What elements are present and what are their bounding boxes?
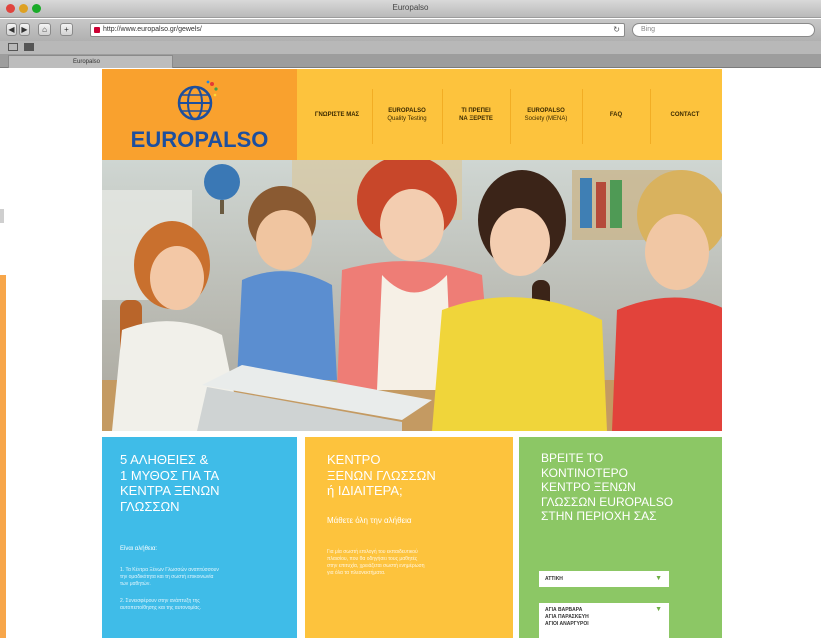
- page-edge-strip: [0, 275, 6, 638]
- favicon-icon: [94, 27, 100, 33]
- nav-label: CONTACT: [670, 111, 700, 118]
- body-line: την ομαδικότητα και τη σωστή επικοινωνία: [120, 574, 214, 580]
- truths-panel[interactable]: 5 ΑΛΗΘΕΙΕΣ & 1 ΜΥΘΟΣ ΓΙΑ ΤΑ ΚΕΝΤΡΑ ΞΕΝΩΝ…: [102, 437, 297, 638]
- reading-list-icon[interactable]: [8, 43, 18, 51]
- nav-divider: [582, 89, 583, 144]
- window-title: Europalso: [392, 3, 429, 12]
- page-edge-mark: [0, 209, 4, 223]
- body-line: των μαθητών.: [120, 581, 151, 587]
- bookmarks-bar: [0, 41, 821, 54]
- hero-image: [102, 160, 722, 431]
- window-titlebar: Europalso: [0, 0, 821, 18]
- home-button[interactable]: ⌂: [38, 23, 51, 36]
- globe-icon: [177, 80, 218, 121]
- nav-sublabel: ΝΑ ΞΕΡΕΤΕ: [459, 115, 493, 122]
- back-button[interactable]: ◀: [6, 23, 17, 36]
- title-line: ΚΕΝΤΡΟ ΞΕΝΩΝ: [541, 480, 636, 495]
- nav-item-contact[interactable]: CONTACT: [653, 69, 717, 160]
- body-line: στην επιτυχία, χρειάζεται σωστή ενημέρωσ…: [327, 563, 425, 569]
- area-select[interactable]: ΑΓΙΑ ΒΑΡΒΑΡΑ ΑΓΙΑ ΠΑΡΑΣΚΕΥΗ ΑΓΙΟΙ ΑΝΑΡΓΥ…: [539, 603, 669, 638]
- find-center-panel: ΒΡΕΙΤΕ ΤΟ ΚΟΝΤΙΝΟΤΕΡΟ ΚΕΝΤΡΟ ΞΕΝΩΝ ΓΛΩΣΣ…: [519, 437, 722, 638]
- tab-bar: Europalso: [0, 54, 821, 68]
- nav-divider: [442, 89, 443, 144]
- nav-label: EUROPALSO: [388, 107, 426, 114]
- tab-europalso[interactable]: Europalso: [8, 55, 173, 68]
- nav-label: ΓΝΩΡΙΣΤΕ ΜΑΣ: [314, 111, 360, 118]
- nav-label: EUROPALSO: [527, 107, 565, 114]
- truths-subtitle: Είναι αλήθεια:: [120, 546, 158, 552]
- title-line: ΞΕΝΩΝ ΓΛΩΣΣΩΝ: [327, 467, 436, 483]
- logo[interactable]: EUROPALSO: [102, 69, 297, 160]
- screen: Europalso ◀ ▶ ⌂ + http://www.europalso.g…: [0, 0, 821, 638]
- title-line: ΒΡΕΙΤΕ ΤΟ: [541, 451, 604, 465]
- body-line: πλαισίου, που θα οδηγήσει τους μαθητές: [327, 556, 418, 562]
- hero-illustration: [102, 160, 722, 431]
- title-line: ΓΛΩΣΣΩΝ EUROPALSO: [541, 494, 674, 509]
- forward-button[interactable]: ▶: [19, 23, 30, 36]
- address-bar[interactable]: http://www.europalso.gr/gewels/ ↻: [90, 23, 625, 37]
- logo-text: EUROPALSO: [130, 127, 269, 152]
- page-viewport: EUROPALSO ΓΝΩΡΙΣΤΕ ΜΑΣ EUROPALSO Quality…: [0, 69, 821, 638]
- reload-icon[interactable]: ↻: [613, 24, 620, 36]
- nav-item-what-to-know[interactable]: ΤΙ ΠΡΕΠΕΙ ΝΑ ΞΕΡΕΤΕ: [445, 69, 507, 160]
- chevron-down-icon: ▼: [655, 606, 662, 613]
- top-sites-icon[interactable]: [24, 43, 34, 51]
- nav-item-quality-testing[interactable]: EUROPALSO Quality Testing: [375, 69, 439, 160]
- region-select-value: ΑΤΤΙΚΗ: [545, 576, 563, 582]
- area-option[interactable]: ΑΓΙΑ ΠΑΡΑΣΚΕΥΗ: [545, 614, 663, 621]
- area-option[interactable]: ΑΓΙΑ ΒΑΡΒΑΡΑ: [545, 607, 663, 614]
- chevron-down-icon: ▼: [655, 575, 662, 582]
- nav-label: ΤΙ ΠΡΕΠΕΙ: [461, 107, 491, 114]
- title-line: ΚΟΝΤΙΝΟΤΕΡΟ: [541, 465, 628, 480]
- center-body: Για μία σωστή επιλογή του εκπαιδευτικού …: [327, 549, 425, 577]
- nav-item-about[interactable]: ΓΝΩΡΙΣΤΕ ΜΑΣ: [305, 69, 369, 160]
- search-placeholder: Bing: [641, 26, 656, 33]
- search-field[interactable]: Bing: [632, 23, 815, 37]
- nav-label: FAQ: [609, 111, 623, 118]
- title-line: ΓΛΩΣΣΩΝ: [120, 498, 180, 514]
- center-or-private-panel[interactable]: ΚΕΝΤΡΟ ΞΕΝΩΝ ΓΛΩΣΣΩΝ ή ΙΔΙΑΙΤΕΡΑ; Μάθετε…: [305, 437, 513, 638]
- main-nav: ΓΝΩΡΙΣΤΕ ΜΑΣ EUROPALSO Quality Testing Τ…: [297, 69, 722, 160]
- website: EUROPALSO ΓΝΩΡΙΣΤΕ ΜΑΣ EUROPALSO Quality…: [102, 69, 722, 638]
- nav-divider: [510, 89, 511, 144]
- truths-title: 5 ΑΛΗΘΕΙΕΣ & 1 ΜΥΘΟΣ ΓΙΑ ΤΑ ΚΕΝΤΡΑ ΞΕΝΩΝ…: [120, 452, 220, 514]
- body-line: 1. Τα Κέντρα Ξένων Γλωσσών αναπτύσσουν: [120, 567, 219, 573]
- title-line: 5 ΑΛΗΘΕΙΕΣ &: [120, 452, 209, 467]
- nav-sublabel: Society (MENA): [524, 115, 568, 122]
- body-line: Για μία σωστή επιλογή του εκπαιδευτικού: [327, 549, 418, 555]
- body-line: αυτοπεποίθησης και της αυτονομίας.: [120, 605, 202, 611]
- body-line: 2. Συνεισφέρουν στην ανάπτυξη της: [120, 598, 200, 604]
- center-title: ΚΕΝΤΡΟ ΞΕΝΩΝ ΓΛΩΣΣΩΝ ή ΙΔΙΑΙΤΕΡΑ;: [327, 452, 436, 499]
- title-line: ΚΕΝΤΡΟ: [327, 452, 381, 467]
- truths-body: 1. Τα Κέντρα Ξένων Γλωσσών αναπτύσσουν τ…: [120, 567, 219, 612]
- title-line: ή ΙΔΙΑΙΤΕΡΑ;: [327, 483, 403, 498]
- title-line: ΚΕΝΤΡΑ ΞΕΝΩΝ: [120, 483, 220, 498]
- title-line: ΣΤΗΝ ΠΕΡΙΟΧΗ ΣΑΣ: [541, 509, 657, 524]
- nav-item-society[interactable]: EUROPALSO Society (MENA): [513, 69, 579, 160]
- address-text: http://www.europalso.gr/gewels/: [103, 26, 202, 33]
- nav-divider: [372, 89, 373, 144]
- browser-toolbar: ◀ ▶ ⌂ + http://www.europalso.gr/gewels/ …: [0, 19, 821, 41]
- title-line: 1 ΜΥΘΟΣ ΓΙΑ ΤΑ: [120, 467, 220, 483]
- body-line: για όλα τα πλεονεκτήματα.: [327, 570, 386, 576]
- add-bookmark-button[interactable]: +: [60, 23, 73, 36]
- nav-sublabel: Quality Testing: [387, 115, 427, 122]
- nav-divider: [650, 89, 651, 144]
- center-subtitle: Μάθετε όλη την αλήθεια: [327, 516, 412, 525]
- region-select[interactable]: ΑΤΤΙΚΗ ▼: [539, 571, 669, 587]
- nav-item-faq[interactable]: FAQ: [585, 69, 647, 160]
- area-option[interactable]: ΑΓΙΟΙ ΑΝΑΡΓΥΡΟΙ: [545, 621, 663, 628]
- find-center-title: ΒΡΕΙΤΕ ΤΟ ΚΟΝΤΙΝΟΤΕΡΟ ΚΕΝΤΡΟ ΞΕΝΩΝ ΓΛΩΣΣ…: [541, 451, 673, 524]
